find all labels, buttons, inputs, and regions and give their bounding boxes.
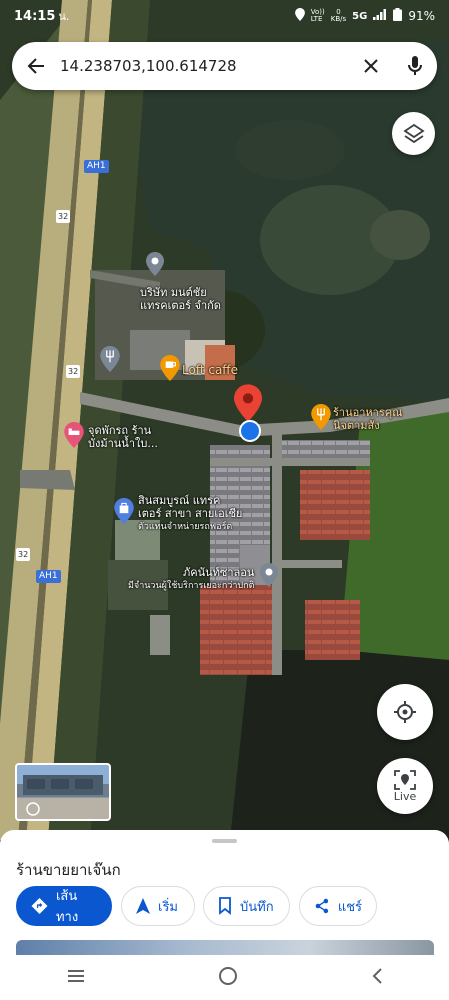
cafe-pin-icon[interactable] [160,355,180,384]
layers-icon [402,123,425,143]
place-title: ร้านขายยาเจ๊นก [16,861,121,879]
street-view-thumbnail[interactable] [15,763,111,821]
recent-apps-button[interactable] [67,968,85,987]
share-icon [315,898,329,914]
sheet-drag-handle[interactable] [212,839,237,843]
network-type: 5G [352,10,368,22]
start-button[interactable]: เริ่ม [121,886,195,926]
status-time-suffix: น. [58,10,70,23]
start-label: เริ่ม [158,899,178,915]
road-badge-ah1-lower: AH1 [36,570,61,583]
crosshair-icon [394,701,416,723]
bookmark-icon [219,897,231,915]
location-icon [294,8,305,24]
road-shield-32: 32 [56,210,71,223]
share-label: แชร์ [337,899,362,915]
poi-label-tractor-dealer[interactable]: สินสมบูรณ์ แทรค เตอร์ สาขา สายเอเชีย [138,494,242,520]
directions-label: เส้นทาง [55,889,79,925]
battery-level: 91% [408,9,435,23]
speed-indicator: 0 KB/s [330,8,347,23]
search-bar[interactable]: 14.238703,100.614728 [12,42,437,90]
poi-sub-tractor-dealer: ตัวแทนจำหน่ายรถฟอร์ด [138,522,233,532]
menu-icon [67,970,84,982]
microphone-icon [408,56,422,75]
poi-label-loft-caffe[interactable]: Loft caffe [182,364,238,377]
directions-icon [31,897,48,915]
navigation-arrow-icon [136,898,150,914]
close-icon [364,59,378,73]
poi-label-rest-stop[interactable]: จุดพักรถ ร้าน บังม้านน้ำใบ... [88,424,158,450]
home-circle-icon [218,966,237,985]
poi-label-company[interactable]: บริษัท มนต์ชัย แทรคเตอร์ จำกัด [140,286,221,312]
layers-button[interactable] [392,112,435,155]
share-button[interactable]: แชร์ [299,886,377,926]
system-nav-bar [0,955,449,1000]
save-label: บันทึก [240,899,274,915]
live-view-button[interactable]: Live [377,758,433,814]
back-nav-button[interactable] [371,967,383,989]
status-time: 14:15 [14,9,56,24]
back-button[interactable] [12,56,60,76]
restaurant-pin-icon[interactable] [100,346,120,375]
shopping-pin-icon[interactable] [114,498,134,527]
signal-icon [373,9,387,23]
voice-search-button[interactable] [393,55,437,77]
salon-pin-icon[interactable] [260,563,278,590]
poi-label-salon[interactable]: ภัคนันท์ซาลอน [183,566,254,579]
search-input[interactable]: 14.238703,100.614728 [60,57,349,75]
live-label: Live [393,789,417,803]
battery-icon [393,8,403,24]
road-shield-32-mid: 32 [66,365,81,378]
food-pin-icon[interactable] [311,404,331,433]
poi-label-restaurant[interactable]: ร้านอาหารคุณ นิจตามสั่ง [333,406,402,432]
road-badge-ah1: AH1 [84,160,109,173]
my-location-button[interactable] [377,684,433,740]
home-button[interactable] [218,966,238,990]
dropped-pin-icon[interactable] [234,384,262,425]
volte-indicator: Vo)) LTE [310,8,325,23]
live-view-icon [394,769,416,790]
road-shield-32-lower: 32 [16,548,31,561]
lodging-pin-icon[interactable] [64,422,84,451]
poi-sub-salon: มีจำนวนผู้ใช้บริการเยอะกว่าปกติ [128,581,255,591]
poi-pin-grey-icon[interactable] [146,252,164,279]
clear-search-button[interactable] [349,58,393,74]
arrow-left-icon [27,58,44,74]
street-view-imagery [23,775,103,816]
save-button[interactable]: บันทึก [203,886,290,926]
status-bar: 14:15 น. Vo)) LTE 0 KB/s 5G 91% [0,0,449,32]
directions-button[interactable]: เส้นทาง [16,886,112,926]
chevron-left-icon [372,967,382,984]
my-location-dot [239,420,261,442]
